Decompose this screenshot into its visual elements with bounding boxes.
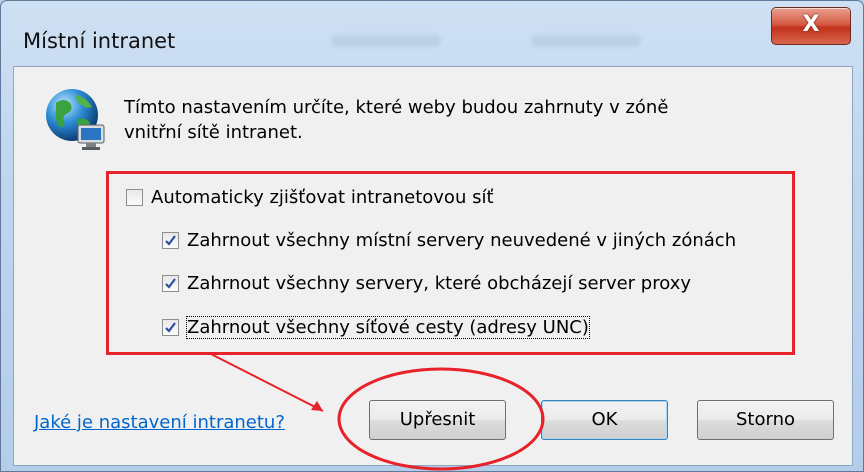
dialog-client-area: Tímto nastavením určíte, které weby budo… [13,66,853,466]
checkbox-local-servers[interactable] [162,232,179,249]
checkbox-label-auto-detect: Automaticky zjišťovat intranetovou síť [151,187,494,208]
dialog-window: Místní intranet X Tímto nastavením určít… [0,0,864,472]
globe-network-icon [46,89,105,150]
checkmark-icon [165,322,176,333]
checkbox-row-local-servers[interactable]: Zahrnout všechny místní servery neuveden… [162,230,736,251]
checkbox-row-unc-paths[interactable]: Zahrnout všechny síťové cesty (adresy UN… [162,316,590,339]
window-title: Místní intranet [23,29,176,53]
checkbox-label-local-servers: Zahrnout všechny místní servery neuveden… [187,230,737,251]
advanced-button[interactable]: Upřesnit [369,400,506,440]
help-link-intranet-settings[interactable]: Jaké je nastavení intranetu? [34,412,285,433]
checkbox-label-unc-paths: Zahrnout všechny síťové cesty (adresy UN… [186,316,590,339]
checkbox-label-bypass-proxy: Zahrnout všechny servery, které obcházej… [187,273,691,294]
checkmark-icon [165,235,176,246]
close-button[interactable]: X [771,7,851,45]
titlebar-background-blur [201,29,801,55]
checkbox-unc-paths[interactable] [162,319,179,336]
description-text: Tímto nastavením určíte, které weby budo… [124,97,669,143]
checkbox-row-auto-detect[interactable]: Automaticky zjišťovat intranetovou síť [126,187,494,208]
close-icon: X [802,12,820,37]
checkbox-row-bypass-proxy[interactable]: Zahrnout všechny servery, které obcházej… [162,273,691,294]
checkbox-auto-detect[interactable] [126,189,143,206]
ok-button[interactable]: OK [541,400,668,440]
checkmark-icon [165,278,176,289]
cancel-button[interactable]: Storno [697,400,834,440]
checkbox-bypass-proxy[interactable] [162,275,179,292]
